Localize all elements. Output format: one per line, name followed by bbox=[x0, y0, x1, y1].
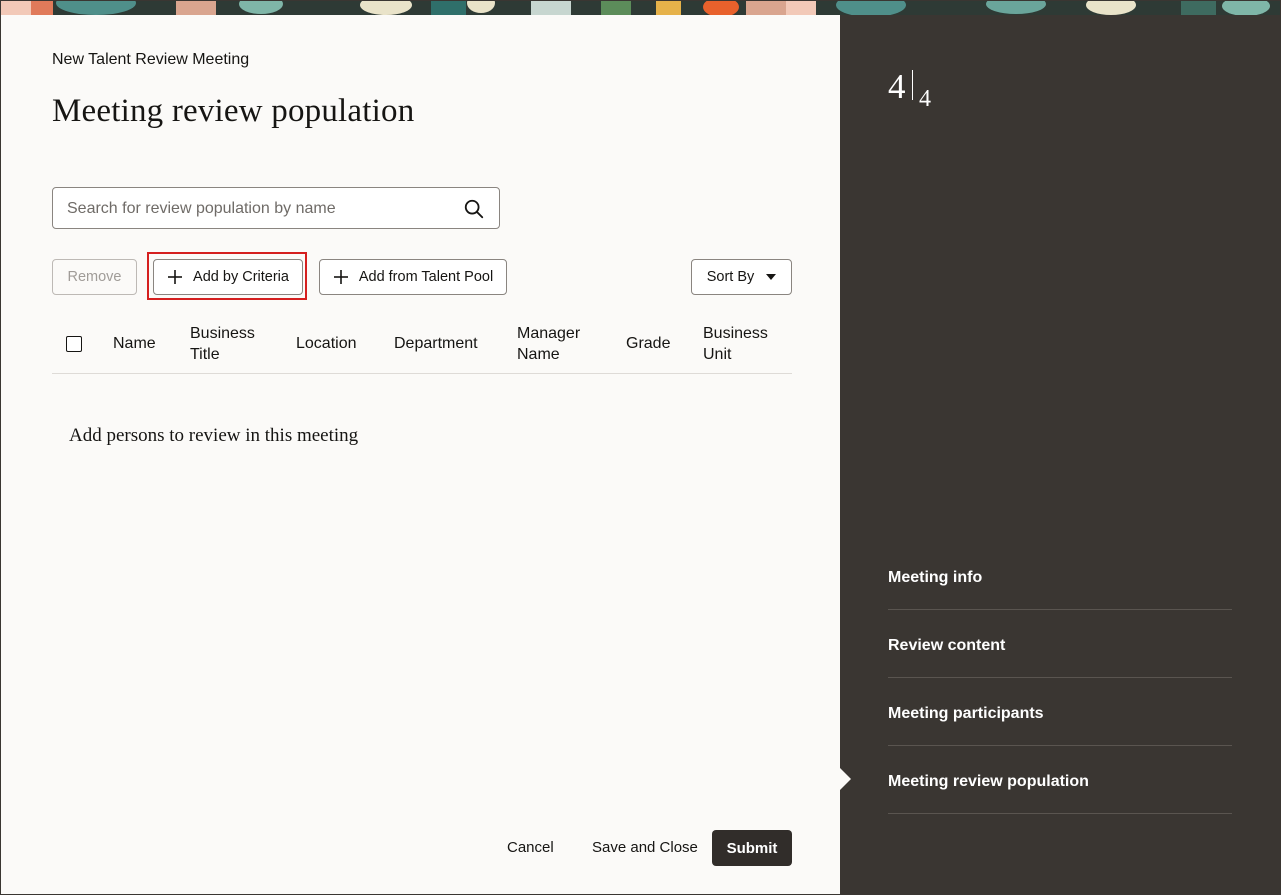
column-header-manager-name[interactable]: Manager Name bbox=[517, 323, 580, 365]
search-input[interactable] bbox=[65, 188, 459, 230]
step-divider bbox=[911, 70, 913, 100]
app-window: New Talent Review Meeting Meeting review… bbox=[0, 0, 1281, 895]
page-title: Meeting review population bbox=[52, 93, 415, 129]
empty-state-message: Add persons to review in this meeting bbox=[69, 425, 359, 446]
search-icon[interactable] bbox=[463, 198, 485, 220]
main-panel: New Talent Review Meeting Meeting review… bbox=[1, 15, 840, 894]
remove-button[interactable]: Remove bbox=[52, 259, 137, 295]
column-header-location[interactable]: Location bbox=[296, 333, 357, 354]
plus-icon bbox=[168, 270, 183, 284]
step-item-meeting-participants[interactable]: Meeting participants bbox=[888, 678, 1232, 746]
step-total: 4 bbox=[919, 86, 931, 112]
breadcrumb: New Talent Review Meeting bbox=[52, 51, 250, 68]
select-all-checkbox[interactable] bbox=[66, 336, 82, 352]
cancel-button[interactable]: Cancel bbox=[507, 831, 554, 865]
plus-icon bbox=[333, 270, 348, 284]
banner-pattern-image bbox=[1, 1, 1280, 15]
step-item-label: Meeting participants bbox=[888, 705, 1044, 722]
step-item-review-content[interactable]: Review content bbox=[888, 610, 1232, 678]
column-header-business-title[interactable]: Business Title bbox=[190, 323, 255, 365]
add-by-criteria-label: Add by Criteria bbox=[193, 269, 289, 285]
sort-by-dropdown[interactable]: Sort By bbox=[691, 259, 792, 295]
step-item-label: Meeting info bbox=[888, 569, 983, 586]
column-header-name[interactable]: Name bbox=[113, 333, 156, 354]
step-item-label: Review content bbox=[888, 637, 1006, 654]
decorative-banner bbox=[1, 1, 1280, 15]
step-current: 4 bbox=[888, 67, 906, 106]
search-box bbox=[52, 187, 500, 230]
active-step-indicator bbox=[840, 768, 851, 790]
sort-by-label: Sort By bbox=[706, 269, 755, 285]
remove-button-label: Remove bbox=[67, 269, 122, 285]
step-item-label: Meeting review population bbox=[888, 773, 1089, 790]
chevron-down-icon bbox=[766, 274, 777, 280]
submit-button[interactable]: Submit bbox=[712, 830, 792, 866]
add-from-talent-pool-label: Add from Talent Pool bbox=[358, 269, 494, 285]
column-header-business-unit[interactable]: Business Unit bbox=[703, 323, 768, 365]
step-item-meeting-info[interactable]: Meeting info bbox=[888, 542, 1232, 610]
save-and-close-button[interactable]: Save and Close bbox=[592, 831, 698, 865]
table-header: Name Business Title Location Department … bbox=[52, 321, 792, 374]
add-by-criteria-button[interactable]: Add by Criteria bbox=[153, 259, 303, 295]
column-header-grade[interactable]: Grade bbox=[626, 333, 670, 354]
step-panel: 44 Meeting info Review content Meeting p… bbox=[840, 15, 1280, 894]
column-header-department[interactable]: Department bbox=[394, 333, 478, 354]
step-counter: 44 bbox=[888, 67, 931, 112]
add-from-talent-pool-button[interactable]: Add from Talent Pool bbox=[319, 259, 507, 295]
step-item-meeting-review-population[interactable]: Meeting review population bbox=[888, 746, 1232, 814]
